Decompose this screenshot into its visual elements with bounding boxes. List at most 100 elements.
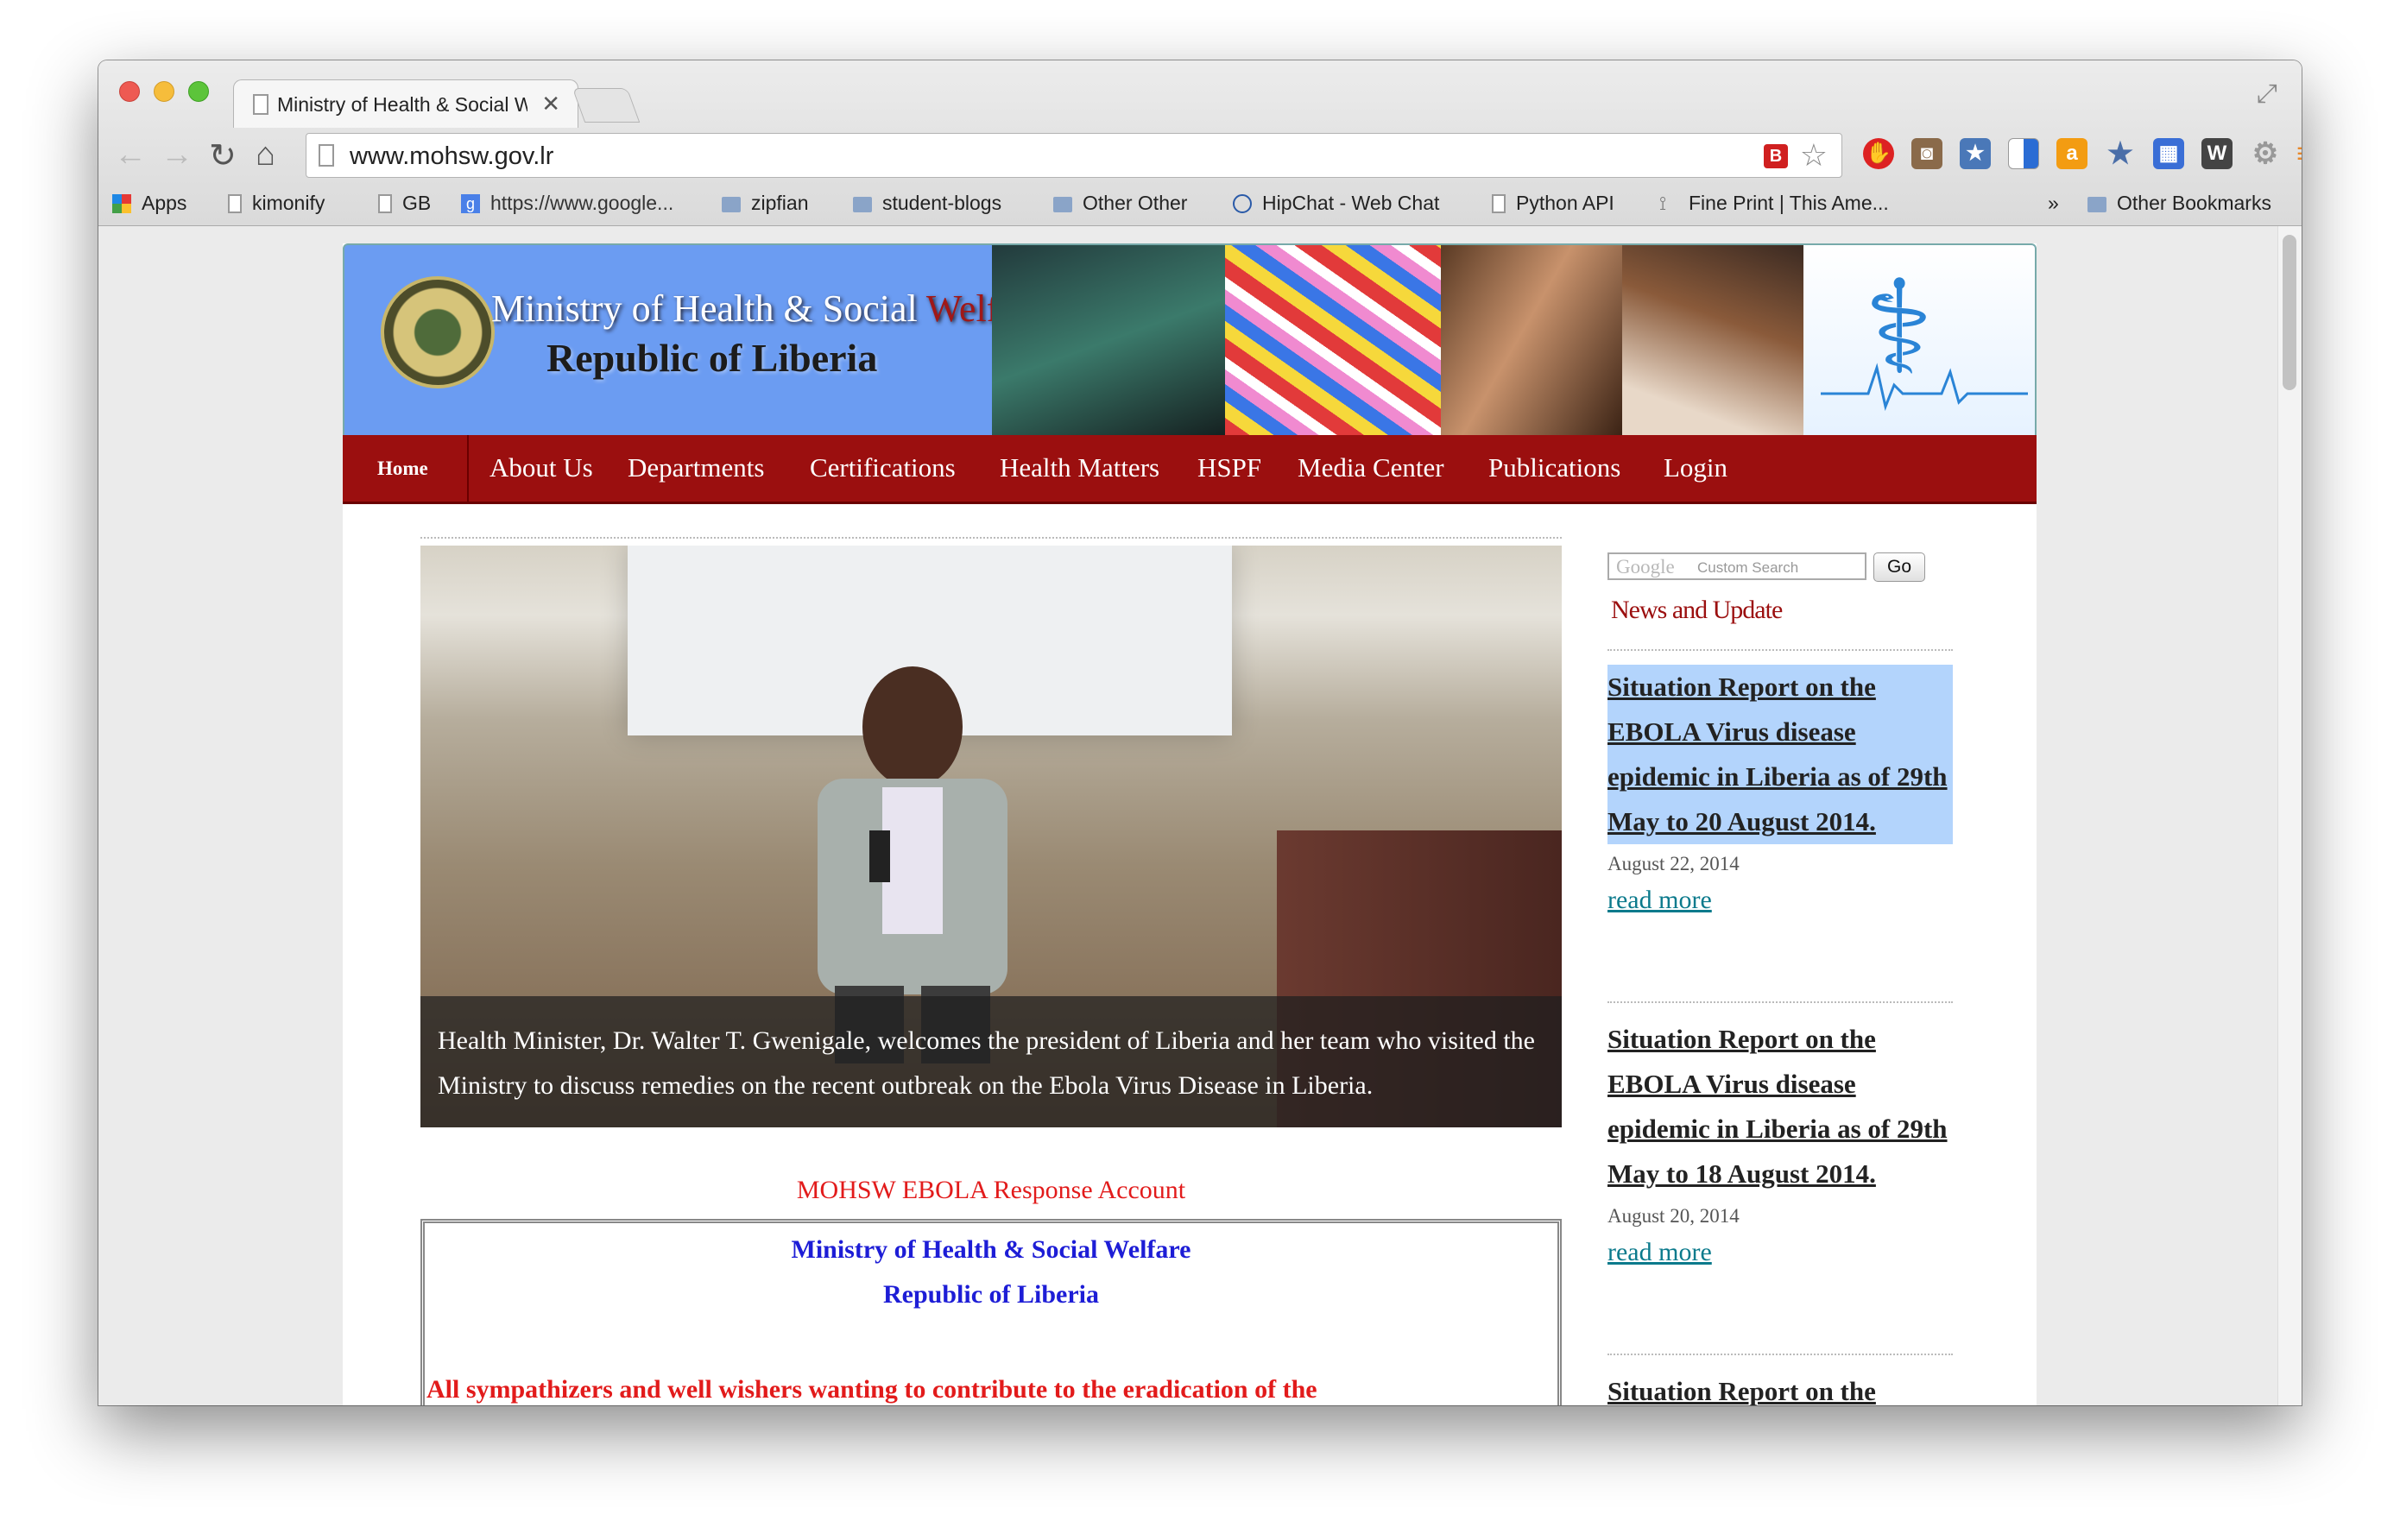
bookmark-apps[interactable]: Apps bbox=[112, 192, 186, 215]
news-item-date: August 22, 2014 bbox=[1607, 853, 1740, 874]
site-container: Ministry of Health & Social Welfare Repu… bbox=[343, 243, 2037, 1405]
search-placeholder: Custom Search bbox=[1697, 559, 1799, 576]
banner-photo-collage: ⚕ bbox=[992, 245, 2035, 435]
bookmark-hipchat[interactable]: HipChat - Web Chat bbox=[1233, 192, 1439, 215]
account-country: Republic of Liberia bbox=[882, 1280, 1099, 1309]
vertical-scrollbar[interactable] bbox=[2277, 226, 2302, 1405]
folder-icon bbox=[2087, 196, 2106, 212]
news-divider bbox=[1607, 649, 1953, 651]
folder-icon bbox=[722, 196, 741, 212]
wikipedia-extension-icon[interactable]: W bbox=[2201, 138, 2233, 169]
nav-divider bbox=[467, 435, 469, 504]
slide-caption: Health Minister, Dr. Walter T. Gwenigale… bbox=[420, 996, 1562, 1127]
address-bar[interactable]: www.mohsw.gov.lr B ☆ bbox=[306, 133, 1842, 178]
read-more-link[interactable]: read more bbox=[1607, 886, 1953, 915]
nav-health-matters[interactable]: Health Matters bbox=[1000, 452, 1159, 483]
star-extension-icon[interactable]: ★ bbox=[2105, 138, 2136, 169]
ecg-line-icon bbox=[1821, 363, 2028, 411]
news-item-title-link[interactable]: Situation Report on the EBOLA Virus dise… bbox=[1607, 665, 1953, 844]
site-banner[interactable]: Ministry of Health & Social Welfare Repu… bbox=[343, 243, 2037, 435]
bookmark-fine-print[interactable]: ⟟ Fine Print | This Ame... bbox=[1659, 192, 1889, 215]
back-button[interactable]: ← bbox=[114, 136, 147, 174]
banner-subtitle: Republic of Liberia bbox=[546, 336, 878, 380]
browser-tab[interactable]: Ministry of Health & Social Welfare ✕ bbox=[233, 79, 578, 128]
reload-button[interactable]: ↻ bbox=[209, 136, 237, 175]
new-tab-button[interactable] bbox=[572, 88, 641, 123]
ebola-account-box: Ministry of Health & Social Welfare Repu… bbox=[420, 1219, 1562, 1405]
nav-about-us[interactable]: About Us bbox=[489, 452, 593, 483]
bookmark-manager-extension-icon[interactable]: ★ bbox=[1960, 138, 1991, 169]
bookmark-gb[interactable]: GB bbox=[378, 192, 431, 215]
pills-photo bbox=[1225, 245, 1441, 435]
child-vaccination-photo bbox=[1441, 245, 1622, 435]
content-divider bbox=[420, 537, 1562, 539]
bookmarks-overflow-chevron[interactable]: » bbox=[2048, 192, 2059, 215]
settings-gear-icon[interactable]: ⚙ bbox=[2250, 138, 2281, 169]
google-logo: Google bbox=[1616, 556, 1675, 578]
rss-icon: ⟟ bbox=[1659, 192, 1667, 214]
featured-slideshow[interactable]: Health Minister, Dr. Walter T. Gwenigale… bbox=[420, 546, 1562, 1127]
url-text[interactable]: www.mohsw.gov.lr bbox=[350, 142, 553, 171]
bookmark-other-other[interactable]: Other Other bbox=[1053, 192, 1187, 215]
page-icon bbox=[378, 193, 392, 213]
adblock-extension-icon[interactable]: ✋ bbox=[1863, 138, 1894, 169]
search-go-button[interactable]: Go bbox=[1873, 552, 1925, 582]
chrome-menu-icon[interactable]: ≡ bbox=[2289, 138, 2302, 169]
nav-login[interactable]: Login bbox=[1664, 452, 1727, 483]
tab-title: Ministry of Health & Social Welfare bbox=[277, 93, 527, 116]
zoom-window-button[interactable] bbox=[188, 81, 209, 102]
slide-caption-text: Health Minister, Dr. Walter T. Gwenigale… bbox=[438, 1026, 1536, 1100]
minimize-window-button[interactable] bbox=[154, 81, 174, 102]
page-icon bbox=[1492, 193, 1506, 213]
nav-media-center[interactable]: Media Center bbox=[1298, 452, 1444, 483]
bookmark-google[interactable]: g https://www.google... bbox=[461, 192, 673, 215]
page-icon bbox=[253, 94, 268, 115]
home-button[interactable]: ⌂ bbox=[256, 136, 275, 174]
google-custom-search-input[interactable]: Google Custom Search bbox=[1607, 552, 1866, 580]
news-item: Situation Report on the bbox=[1607, 1369, 1953, 1405]
account-ministry-name: Ministry of Health & Social Welfare bbox=[791, 1235, 1191, 1264]
close-tab-icon[interactable]: ✕ bbox=[541, 91, 560, 117]
ebola-account-title: MOHSW EBOLA Response Account bbox=[796, 1176, 1186, 1204]
delicious-extension-icon[interactable] bbox=[2008, 138, 2039, 169]
bookmark-other-bookmarks[interactable]: Other Bookmarks bbox=[2087, 192, 2271, 215]
browser-chrome: Ministry of Health & Social Welfare ✕ ⤢ … bbox=[98, 60, 2302, 226]
nav-departments[interactable]: Departments bbox=[628, 452, 764, 483]
folder-icon bbox=[1053, 196, 1072, 212]
page-icon bbox=[319, 144, 334, 167]
calculator-extension-icon[interactable]: ▦ bbox=[2153, 138, 2184, 169]
instagram-extension-icon[interactable]: ◙ bbox=[1911, 138, 1942, 169]
news-item-title-link[interactable]: Situation Report on the bbox=[1607, 1369, 1953, 1405]
news-heading: News and Update bbox=[1611, 596, 1783, 624]
news-divider bbox=[1607, 1354, 1953, 1355]
browser-window: Ministry of Health & Social Welfare ✕ ⤢ … bbox=[98, 60, 2302, 1405]
read-more-link[interactable]: read more bbox=[1607, 1238, 1953, 1267]
folder-icon bbox=[853, 196, 872, 212]
forward-button[interactable]: → bbox=[161, 136, 193, 174]
bloglovin-extension-icon[interactable]: B bbox=[1764, 144, 1788, 168]
bookmark-student-blogs[interactable]: student-blogs bbox=[853, 192, 1001, 215]
bookmarks-bar: Apps kimonify GB g https://www.google...… bbox=[98, 181, 2302, 224]
hipchat-icon bbox=[1233, 193, 1252, 213]
news-divider bbox=[1607, 1001, 1953, 1003]
news-item: Situation Report on the EBOLA Virus dise… bbox=[1607, 665, 1953, 915]
amazon-extension-icon[interactable]: a bbox=[2056, 138, 2087, 169]
bookmark-zipfian[interactable]: zipfian bbox=[722, 192, 808, 215]
medical-caduceus-graphic: ⚕ bbox=[1803, 245, 2035, 435]
scrollbar-thumb[interactable] bbox=[2283, 235, 2296, 390]
bookmark-python-api[interactable]: Python API bbox=[1492, 192, 1614, 215]
account-appeal-text: All sympathizers and well wishers wantin… bbox=[426, 1375, 1317, 1404]
nav-hspf[interactable]: HSPF bbox=[1197, 452, 1261, 483]
news-item-title-link[interactable]: Situation Report on the EBOLA Virus dise… bbox=[1607, 1017, 1953, 1196]
nav-publications[interactable]: Publications bbox=[1488, 452, 1620, 483]
mother-child-photo bbox=[1622, 245, 1803, 435]
bookmark-kimonify[interactable]: kimonify bbox=[228, 192, 325, 215]
google-icon: g bbox=[461, 193, 480, 213]
nav-certifications[interactable]: Certifications bbox=[810, 452, 956, 483]
nav-home[interactable]: Home bbox=[377, 458, 428, 480]
bookmark-star-icon[interactable]: ☆ bbox=[1800, 137, 1828, 174]
close-window-button[interactable] bbox=[119, 81, 140, 102]
page-viewport[interactable]: Ministry of Health & Social Welfare Repu… bbox=[98, 226, 2302, 1405]
page-icon bbox=[228, 193, 242, 213]
fullscreen-icon[interactable]: ⤢ bbox=[2257, 79, 2277, 109]
